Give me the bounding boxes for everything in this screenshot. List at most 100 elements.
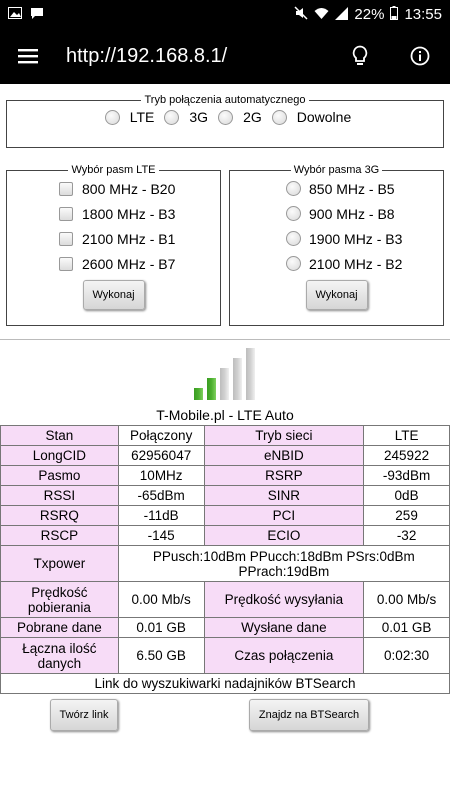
radio-lte-label: LTE <box>129 109 155 125</box>
umts-band-option[interactable]: 2100 MHz - B2 <box>230 251 443 276</box>
radio-lte[interactable] <box>104 109 120 125</box>
signal-bar <box>246 348 255 400</box>
signal-bar <box>233 358 242 400</box>
table-row: Pasmo 10MHz RSRP -93dBm <box>0 465 450 486</box>
find-btsearch-button[interactable]: Znajdz na BTSearch <box>249 699 369 731</box>
rscp-value: -145 <box>117 525 205 546</box>
umts-bands-group: Wybór pasma 3G 850 MHz - B5 900 MHz - B8… <box>229 164 444 326</box>
umts-band-option[interactable]: 1900 MHz - B3 <box>230 226 443 251</box>
rsrp-label: RSRP <box>203 465 365 486</box>
signal-bar <box>207 378 216 400</box>
radio-3g[interactable] <box>164 109 180 125</box>
ecio-label: ECIO <box>203 525 365 546</box>
create-link-button[interactable]: Twórz link <box>50 699 118 731</box>
txpower-value: PPusch:10dBm PPucch:18dBm PSrs:0dBm PPra… <box>117 545 450 582</box>
table-row: LongCID 62956047 eNBID 245922 <box>0 445 450 466</box>
umts-band-option[interactable]: 850 MHz - B5 <box>230 176 443 201</box>
pci-label: PCI <box>203 505 365 526</box>
total-data-label: Łączna ilość danych <box>0 637 119 674</box>
state-label: Stan <box>0 425 119 446</box>
network-title: T-Mobile.pl - LTE Auto <box>156 407 294 423</box>
main-content: Tryb połączenia automatycznego LTE 3G 2G… <box>0 84 450 800</box>
checkbox-b1[interactable] <box>59 231 73 246</box>
lte-bands-legend: Wybór pasm LTE <box>71 164 156 176</box>
table-row: Pobrane dane 0.01 GB Wysłane dane 0.01 G… <box>0 617 450 638</box>
chat-icon <box>30 7 44 22</box>
radio-b8[interactable] <box>286 206 301 221</box>
info-icon[interactable] <box>390 28 450 84</box>
upload-speed-label: Prędkość wysyłania <box>203 581 365 618</box>
table-row: Txpower PPusch:10dBm PPucch:18dBm PSrs:0… <box>0 545 450 582</box>
longcid-value: 62956047 <box>117 445 205 466</box>
radio-b5[interactable] <box>286 181 301 196</box>
radio-label: 1900 MHz - B3 <box>309 230 403 247</box>
radio-any[interactable] <box>271 109 287 125</box>
rssi-label: RSSI <box>0 485 119 506</box>
rssi-value: -65dBm <box>117 485 205 506</box>
image-icon <box>8 7 22 21</box>
lightbulb-icon[interactable] <box>330 28 390 84</box>
umts-execute-button[interactable]: Wykonaj <box>305 280 368 310</box>
lte-band-option[interactable]: 2100 MHz - B1 <box>7 226 220 251</box>
table-row: RSRQ -11dB PCI 259 <box>0 505 450 526</box>
table-row: Łączna ilość danych 6.50 GB Czas połącze… <box>0 637 450 674</box>
status-bar: 22% 13:55 <box>0 0 450 28</box>
url-text: http://192.168.8.1/ <box>66 44 228 67</box>
umts-band-option[interactable]: 900 MHz - B8 <box>230 201 443 226</box>
radio-b3-3g[interactable] <box>286 231 301 246</box>
downloaded-data-value: 0.01 GB <box>117 617 205 638</box>
mute-icon <box>294 6 308 22</box>
rscp-label: RSCP <box>0 525 119 546</box>
bandwidth-value: 10MHz <box>117 465 205 486</box>
wifi-icon <box>314 7 329 22</box>
connection-time-value: 0:02:30 <box>363 637 450 674</box>
lte-execute-button[interactable]: Wykonaj <box>82 280 145 310</box>
checkbox-label: 2600 MHz - B7 <box>82 255 176 272</box>
upload-speed-value: 0.00 Mb/s <box>363 581 450 618</box>
lte-bands-group: Wybór pasm LTE 800 MHz - B20 1800 MHz - … <box>6 164 221 326</box>
btsearch-link-text: Link do wyszukiwarki nadajników BTSearch <box>0 673 450 694</box>
connection-mode-legend: Tryb połączenia automatycznego <box>144 94 306 106</box>
checkbox-label: 800 MHz - B20 <box>82 180 176 197</box>
radio-label: 2100 MHz - B2 <box>309 255 403 272</box>
lte-band-option[interactable]: 2600 MHz - B7 <box>7 251 220 276</box>
radio-b2[interactable] <box>286 256 301 271</box>
signal-icon <box>335 6 349 22</box>
enbid-value: 245922 <box>363 445 450 466</box>
battery-icon <box>390 6 399 22</box>
table-row: Stan Połączony Tryb sieci LTE <box>0 425 450 446</box>
divider <box>0 339 450 340</box>
total-data-value: 6.50 GB <box>117 637 205 674</box>
table-row: RSSI -65dBm SINR 0dB <box>0 485 450 506</box>
ecio-value: -32 <box>363 525 450 546</box>
rsrp-value: -93dBm <box>363 465 450 486</box>
signal-bar <box>194 388 203 400</box>
status-table: Stan Połączony Tryb sieci LTE LongCID 62… <box>0 425 450 694</box>
uploaded-data-value: 0.01 GB <box>363 617 450 638</box>
checkbox-b20[interactable] <box>59 181 73 196</box>
clock: 13:55 <box>404 5 442 23</box>
checkbox-label: 1800 MHz - B3 <box>82 205 176 222</box>
signal-strength-icon <box>194 348 258 400</box>
umts-bands-legend: Wybór pasma 3G <box>293 164 380 176</box>
battery-percentage: 22% <box>354 5 385 23</box>
lte-band-option[interactable]: 800 MHz - B20 <box>7 176 220 201</box>
uploaded-data-label: Wysłane dane <box>203 617 365 638</box>
radio-2g[interactable] <box>218 109 234 125</box>
app-bar: http://192.168.8.1/ <box>0 28 450 84</box>
bandwidth-label: Pasmo <box>0 465 119 486</box>
menu-icon[interactable] <box>0 28 56 84</box>
checkbox-b7[interactable] <box>59 256 73 271</box>
txpower-label: Txpower <box>0 545 119 582</box>
radio-label: 850 MHz - B5 <box>309 180 395 197</box>
checkbox-b3[interactable] <box>59 206 73 221</box>
table-row: Prędkość pobierania 0.00 Mb/s Prędkość w… <box>0 581 450 618</box>
rsrq-value: -11dB <box>117 505 205 526</box>
radio-any-label: Dowolne <box>296 109 352 125</box>
connection-time-label: Czas połączenia <box>203 637 365 674</box>
checkbox-label: 2100 MHz - B1 <box>82 230 176 247</box>
pci-value: 259 <box>363 505 450 526</box>
state-value: Połączony <box>117 425 205 446</box>
lte-band-option[interactable]: 1800 MHz - B3 <box>7 201 220 226</box>
radio-2g-label: 2G <box>243 109 262 125</box>
